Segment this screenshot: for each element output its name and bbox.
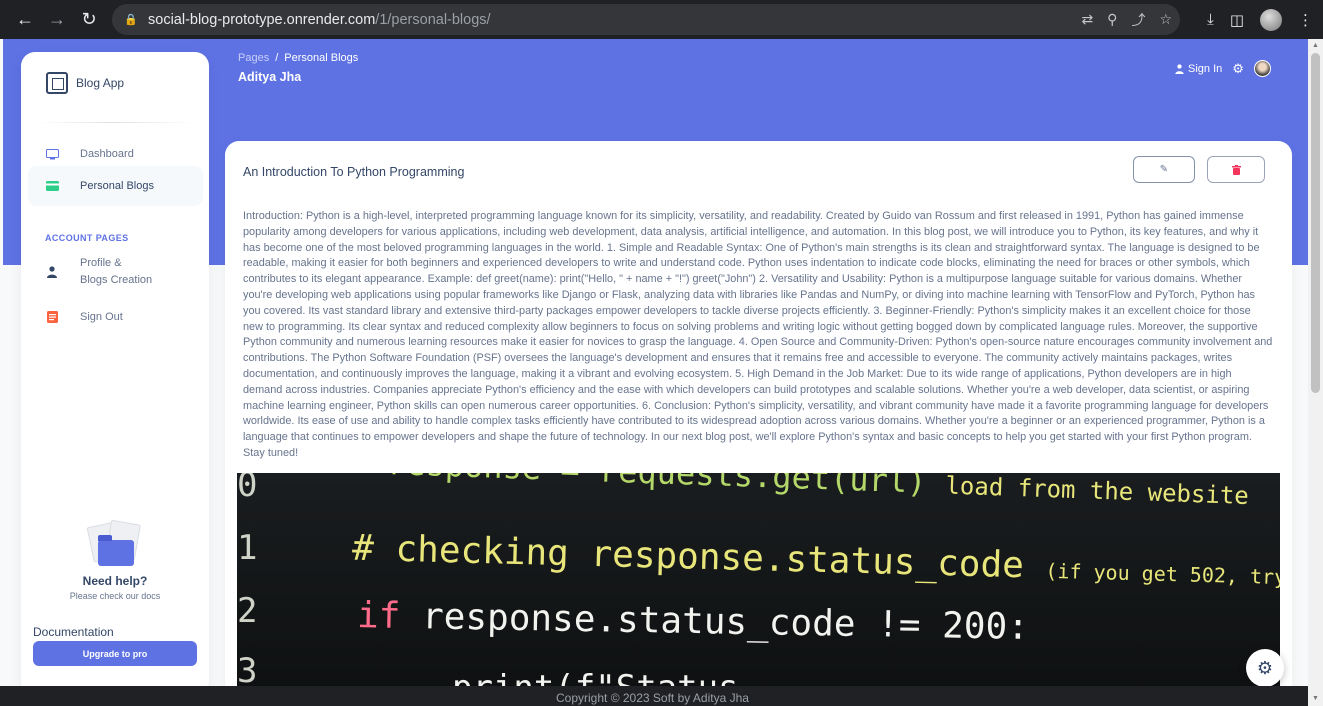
blog-post-card: An Introduction To Python Programming ✎ … [225, 141, 1292, 686]
url-path: /1/personal-blogs/ [375, 11, 491, 28]
lock-icon[interactable]: 🔒 [124, 13, 138, 27]
help-title: Need help? [82, 574, 148, 588]
scroll-down-icon[interactable]: ▼ [1311, 694, 1320, 703]
zoom-icon[interactable]: ⚲ [1107, 11, 1117, 28]
credit-card-icon [42, 176, 62, 196]
code-line: response = requests.get(url) load from t… [387, 473, 1250, 511]
page-viewport: Blog App Dashboard Personal Blogs ACCOUN… [3, 39, 1308, 686]
trash-icon [1231, 164, 1241, 175]
breadcrumb-current: Personal Blogs [284, 52, 359, 64]
sidebar-item-label: Dashboard [80, 147, 134, 160]
post-body: Introduction: Python is a high-level, in… [243, 210, 1273, 459]
forward-icon[interactable]: → [42, 4, 72, 34]
page-scrollbar[interactable]: ▲ ▼ [1308, 39, 1323, 706]
help-subtitle: Please check our docs [69, 591, 161, 601]
sidebar-item-sign-out[interactable]: Sign Out [28, 299, 203, 335]
browser-profile-avatar[interactable] [1260, 8, 1282, 31]
share-icon[interactable]: ⤴ [1131, 10, 1145, 30]
sign-in-label: Sign In [1188, 62, 1223, 75]
help-card: Need help? Please check our docs [21, 519, 209, 601]
sign-in-link[interactable]: Sign In [1175, 63, 1222, 75]
brand[interactable]: Blog App [46, 72, 124, 94]
breadcrumb-pages[interactable]: Pages [238, 52, 269, 64]
back-icon[interactable]: ← [10, 4, 40, 34]
delete-post-button[interactable] [1207, 156, 1265, 183]
sidebar: Blog App Dashboard Personal Blogs ACCOUN… [21, 52, 209, 686]
section-title-account-pages: ACCOUNT PAGES [45, 233, 129, 243]
brand-name: Blog App [76, 76, 125, 90]
line-number: 3 [237, 651, 258, 686]
download-icon[interactable]: ⤓ [1207, 11, 1214, 28]
document-icon [42, 307, 62, 327]
browser-menu-icon[interactable]: ⋮ [1298, 11, 1313, 29]
post-image: 0 1 2 3 response = requests.get(url) loa… [237, 473, 1280, 686]
address-bar[interactable]: 🔒 social-blog-prototype.onrender.com/1/p… [112, 4, 1180, 35]
sidebar-item-personal-blogs[interactable]: Personal Blogs [28, 166, 203, 206]
edit-post-button[interactable]: ✎ [1133, 156, 1195, 183]
profile-label-line1: Profile & [80, 257, 122, 269]
settings-gear-icon[interactable]: ⚙ [1232, 61, 1244, 77]
scrollbar-thumb[interactable] [1311, 53, 1320, 393]
sidebar-item-label: Sign Out [80, 310, 123, 323]
user-avatar[interactable] [1253, 60, 1271, 77]
post-title: An Introduction To Python Programming [243, 165, 465, 179]
side-panel-icon[interactable]: ◫ [1230, 11, 1244, 29]
footer-copyright: Copyright © 2023 Soft by Aditya Jha [556, 691, 749, 705]
code-line: if response.status_code != 200: [356, 595, 1030, 648]
code-line: print(f"Status [452, 668, 739, 686]
sidebar-item-label: Personal Blogs [80, 179, 154, 192]
bookmark-star-icon[interactable]: ☆ [1159, 11, 1172, 28]
edit-icon: ✎ [1159, 164, 1169, 175]
browser-toolbar: ← → ↻ 🔒 social-blog-prototype.onrender.c… [0, 0, 1323, 39]
configurator-gear-icon[interactable]: ⚙ [1246, 649, 1284, 687]
upgrade-to-pro-button[interactable]: Upgrade to pro [33, 641, 197, 666]
sidebar-item-label: Profile & Blogs Creation [80, 255, 152, 289]
breadcrumb-separator: / [275, 52, 279, 64]
breadcrumb: Pages / Personal Blogs [238, 52, 358, 64]
documentation-link[interactable]: Documentation [33, 625, 114, 639]
translate-icon[interactable]: ⇄ [1081, 11, 1093, 28]
sidebar-divider [36, 122, 194, 123]
url-host: social-blog-prototype.onrender.com [148, 11, 376, 28]
user-icon [1175, 63, 1184, 74]
user-icon [42, 262, 62, 282]
scroll-up-icon[interactable]: ▲ [1311, 41, 1320, 50]
page-title: Aditya Jha [238, 70, 302, 84]
line-number: 2 [237, 591, 258, 631]
profile-label-line2: Blogs Creation [80, 274, 153, 286]
sidebar-item-profile[interactable]: Profile & Blogs Creation [28, 250, 203, 294]
line-number: 1 [237, 528, 258, 568]
code-line: # checking response.status_code (if you … [351, 527, 1280, 596]
line-number: 0 [237, 473, 258, 505]
monitor-icon [42, 144, 62, 164]
top-actions: Sign In ⚙ [1175, 60, 1271, 77]
folder-illustration-icon [86, 519, 144, 566]
blog-app-logo-icon [46, 72, 68, 94]
reload-icon[interactable]: ↻ [74, 4, 104, 34]
